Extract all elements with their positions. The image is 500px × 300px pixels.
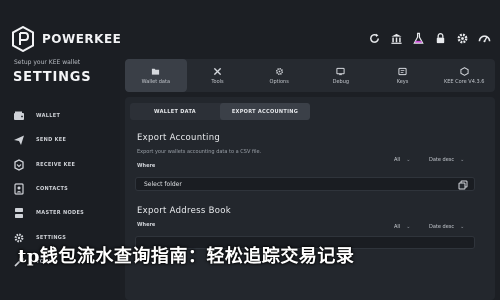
tab-bar: Wallet data Tools Options Debug Keys KEE… bbox=[125, 59, 495, 92]
select-folder-input[interactable]: Select folder bbox=[135, 177, 475, 191]
export-address-book-title: Export Address Book bbox=[137, 206, 231, 216]
sort-select[interactable]: Date desc ⌄ bbox=[429, 157, 464, 163]
core-icon bbox=[460, 66, 469, 76]
chevron-down-icon: ⌄ bbox=[406, 224, 411, 230]
receive-icon bbox=[13, 159, 25, 171]
where-label: Where bbox=[137, 222, 156, 228]
tab-kee-core[interactable]: KEE Core V4.3.6 bbox=[433, 59, 495, 92]
sidebar-item-wallet[interactable]: WALLET bbox=[13, 104, 113, 128]
send-icon bbox=[13, 134, 25, 146]
tab-label: Keys bbox=[396, 78, 409, 85]
gear-icon[interactable] bbox=[454, 30, 470, 46]
chevron-down-icon: ⌄ bbox=[460, 224, 465, 230]
wallet-icon bbox=[13, 110, 25, 122]
keys-icon bbox=[398, 67, 407, 76]
tab-debug[interactable]: Debug bbox=[310, 59, 372, 92]
tab-label: Wallet data bbox=[141, 78, 171, 85]
tab-label: Tools bbox=[211, 78, 224, 85]
bank-icon[interactable] bbox=[388, 30, 404, 46]
sort-select-value: Date desc bbox=[429, 224, 455, 230]
tab-label: Debug bbox=[332, 78, 350, 85]
tab-keys[interactable]: Keys bbox=[372, 59, 434, 92]
debug-icon bbox=[336, 67, 345, 76]
subtab-wallet-data[interactable]: WALLET DATA bbox=[130, 103, 220, 120]
sort-select-value: Date desc bbox=[429, 157, 455, 163]
options-icon bbox=[275, 67, 284, 76]
page-title: SETTINGS bbox=[13, 70, 92, 85]
sidebar-item-receive-kee[interactable]: RECEIVE KEE bbox=[13, 153, 113, 177]
caption-overlay: tp钱包流水查询指南：轻松追踪交易记录 bbox=[18, 246, 355, 267]
brand: POWERKEE bbox=[12, 25, 122, 53]
sidebar-item-label: RECEIVE KEE bbox=[36, 161, 76, 168]
export-accounting-title: Export Accounting bbox=[137, 133, 221, 143]
chevron-down-icon: ⌄ bbox=[406, 157, 411, 163]
sidebar-item-label: CONTACTS bbox=[36, 186, 69, 193]
filter-select-value: All bbox=[394, 224, 401, 230]
filter-select[interactable]: All ⌄ bbox=[394, 157, 410, 163]
sort-select[interactable]: Date desc ⌄ bbox=[429, 224, 464, 230]
brand-name: POWERKEE bbox=[42, 32, 122, 46]
sidebar-item-label: WALLET bbox=[36, 113, 61, 120]
subtab-export-accounting[interactable]: EXPORT ACCOUNTING bbox=[220, 103, 310, 120]
where-label: Where bbox=[137, 163, 156, 169]
tab-options[interactable]: Options bbox=[248, 59, 310, 92]
export-accounting-description: Export your wallets accounting data to a… bbox=[137, 149, 262, 155]
tab-wallet-data[interactable]: Wallet data bbox=[125, 59, 187, 92]
master-nodes-icon bbox=[13, 207, 25, 219]
main-panel: WALLET DATA EXPORT ACCOUNTING Export Acc… bbox=[125, 97, 495, 300]
tab-label: Options bbox=[269, 78, 289, 85]
folder-input-value: Select folder bbox=[144, 180, 182, 188]
top-toolbar bbox=[360, 30, 492, 46]
sub-tab-bar: WALLET DATA EXPORT ACCOUNTING bbox=[130, 103, 310, 120]
sidebar-item-send-kee[interactable]: SEND KEE bbox=[13, 128, 113, 152]
tab-tools[interactable]: Tools bbox=[187, 59, 249, 92]
powerkee-logo-icon bbox=[12, 25, 34, 53]
sidebar-item-label: SETTINGS bbox=[36, 234, 67, 241]
tab-label: KEE Core V4.3.6 bbox=[443, 78, 485, 85]
dashboard-icon[interactable] bbox=[476, 30, 492, 46]
flask-icon[interactable] bbox=[410, 30, 426, 46]
copy-folder-icon[interactable] bbox=[458, 180, 468, 190]
filter-select[interactable]: All ⌄ bbox=[394, 224, 410, 230]
refresh-icon[interactable] bbox=[366, 30, 382, 46]
folder-icon bbox=[151, 67, 160, 76]
sidebar-item-label: SEND KEE bbox=[36, 137, 67, 144]
lock-icon[interactable] bbox=[432, 30, 448, 46]
sidebar-item-label: MASTER NODES bbox=[36, 210, 85, 217]
sidebar-item-contacts[interactable]: CONTACTS bbox=[13, 177, 113, 201]
filter-select-value: All bbox=[394, 157, 401, 163]
chevron-down-icon: ⌄ bbox=[460, 157, 465, 163]
sidebar-item-master-nodes[interactable]: MASTER NODES bbox=[13, 201, 113, 225]
contacts-icon bbox=[13, 183, 25, 195]
tools-icon bbox=[213, 67, 222, 76]
setup-text: Setup your KEE wallet bbox=[14, 59, 81, 66]
